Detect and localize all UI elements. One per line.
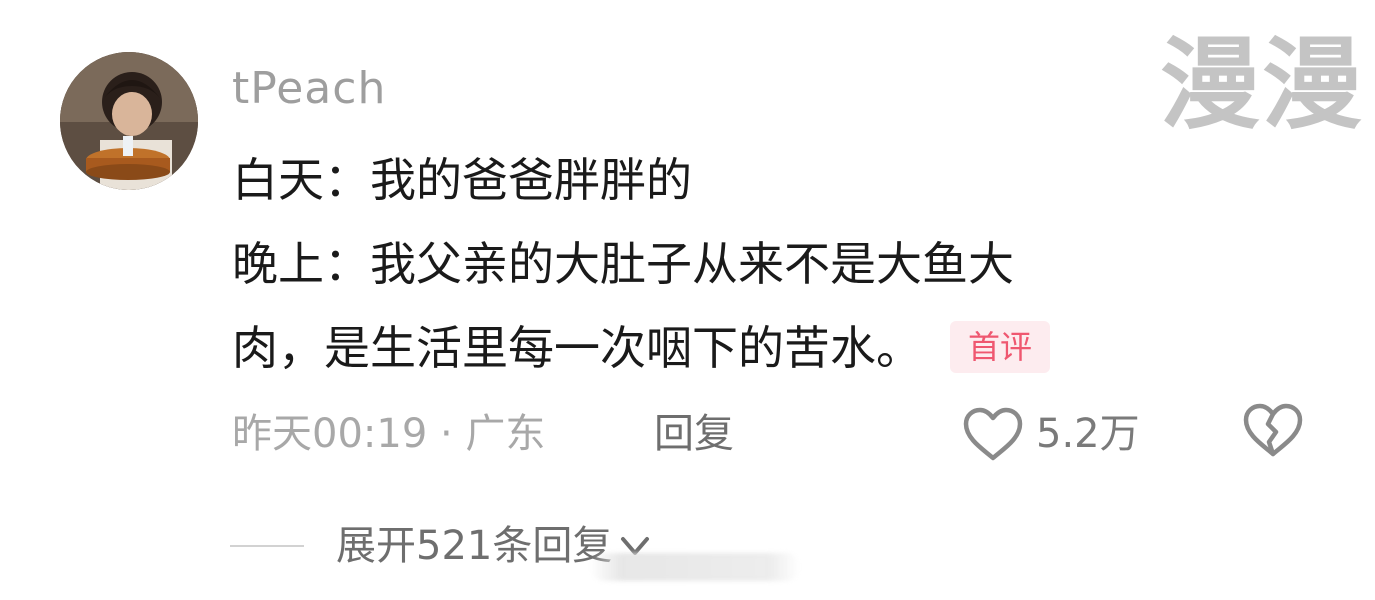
comment-text-line-3-row: 肉，是生活里每一次咽下的苦水。 首评: [232, 318, 1051, 378]
divider-line: [230, 545, 304, 547]
avatar-photo: [60, 52, 198, 190]
blurred-watermark-bar: [590, 553, 800, 581]
comment-text-line-2: 晚上：我父亲的大肚子从来不是大鱼大: [232, 237, 1014, 291]
reply-button[interactable]: 回复: [654, 408, 734, 460]
heart-outline-icon: [963, 407, 1023, 461]
avatar[interactable]: [60, 52, 198, 190]
comment-screen: tPeach 漫漫 白天：我的爸爸胖胖的 晚上：我父亲的大肚子从来不是大鱼大 肉…: [0, 0, 1375, 600]
blurred-watermark: [590, 544, 802, 590]
broken-heart-icon: [1243, 403, 1303, 457]
first-comment-badge: 首评: [950, 321, 1051, 373]
watermark-text: 漫漫: [1160, 26, 1364, 143]
username[interactable]: tPeach: [232, 62, 386, 116]
comment-meta: 昨天00:19 · 广东: [232, 411, 546, 457]
comment-text-line-3: 肉，是生活里每一次咽下的苦水。: [232, 321, 922, 375]
like-button[interactable]: 5.2万: [962, 402, 1140, 466]
expand-replies-label: 展开521条回复: [336, 523, 613, 569]
dislike-button[interactable]: [1242, 402, 1304, 464]
expand-replies[interactable]: 展开521条回复: [230, 518, 652, 574]
like-count: 5.2万: [1036, 411, 1140, 457]
comment-text-line-1: 白天：我的爸爸胖胖的: [232, 153, 692, 207]
